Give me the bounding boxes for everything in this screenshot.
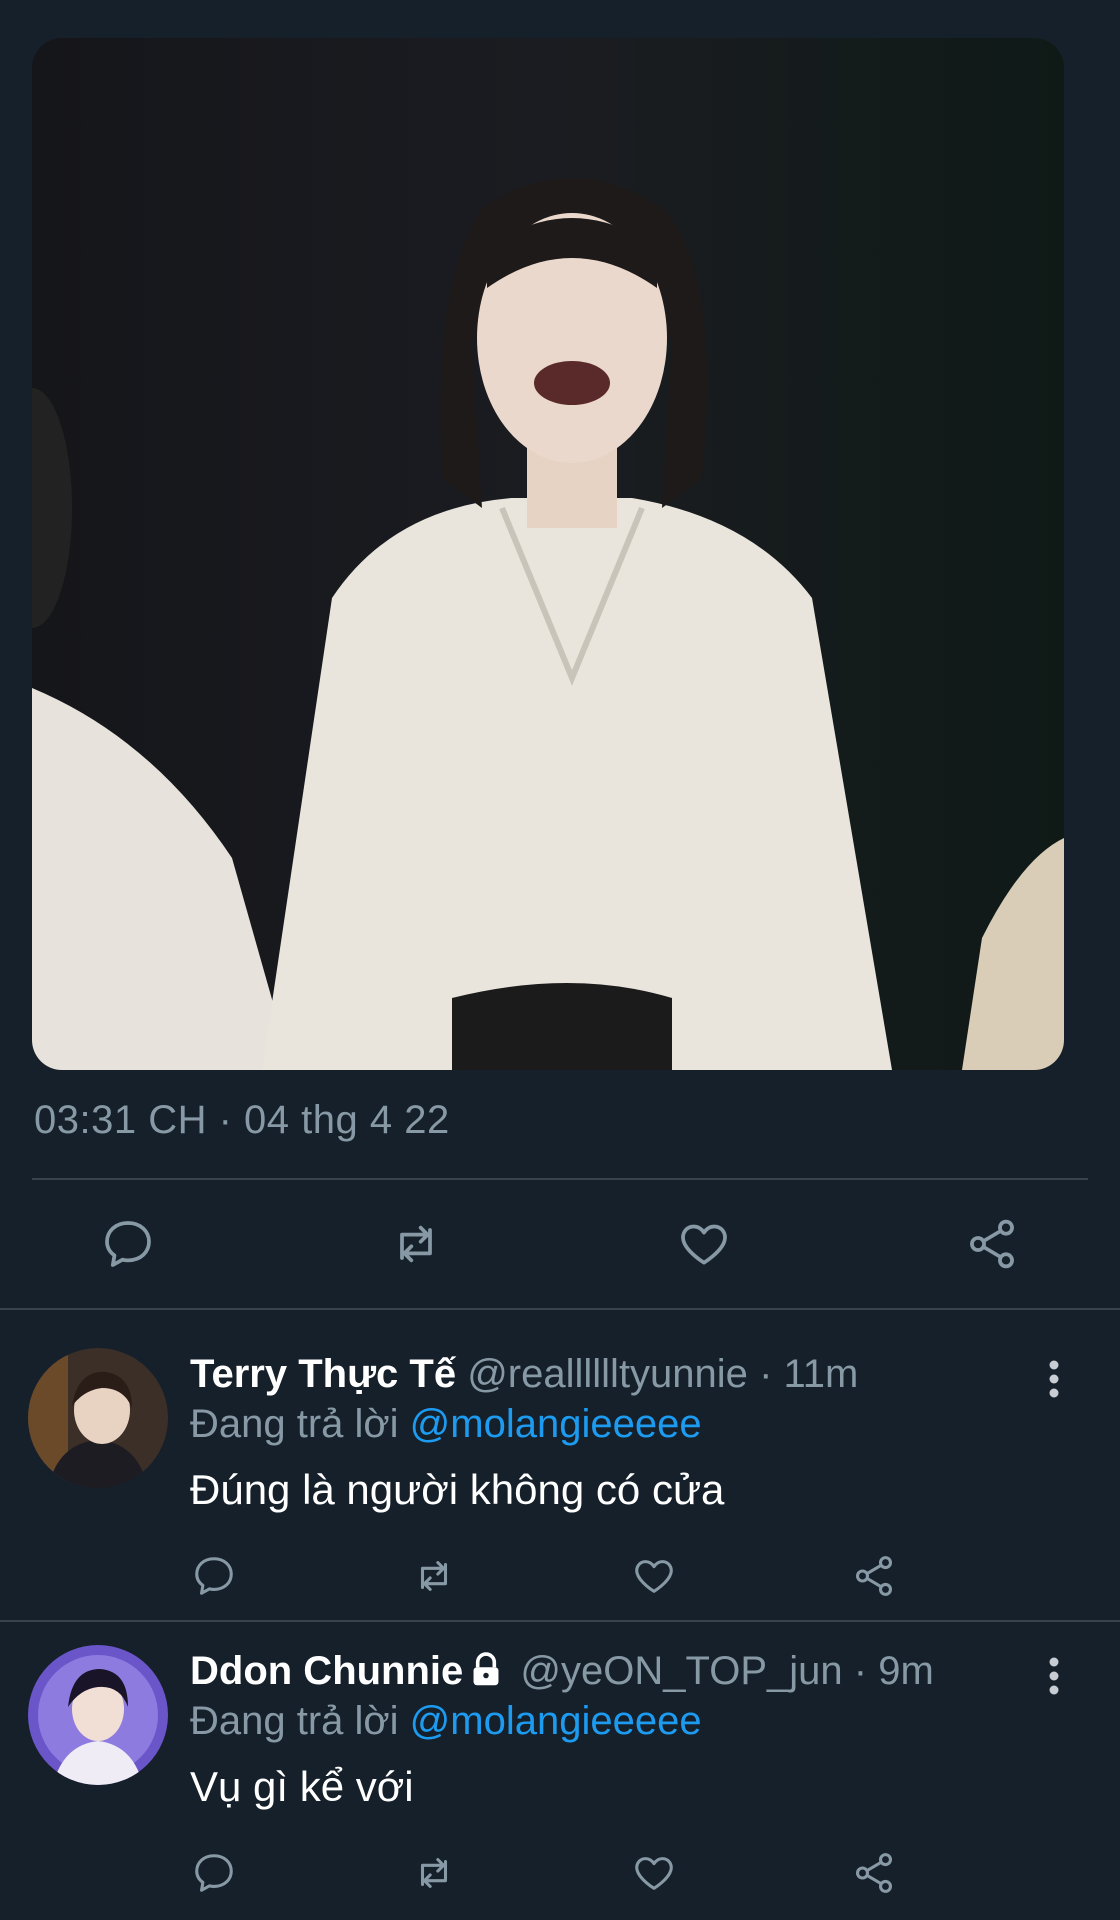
relative-time: 11m — [783, 1352, 859, 1396]
share-icon — [855, 1853, 893, 1893]
replying-to: Đang trả lời @molangieeeee — [190, 1699, 702, 1744]
more-options-button[interactable] — [1034, 1651, 1074, 1701]
like-button[interactable] — [622, 1544, 686, 1608]
share-icon — [855, 1556, 893, 1596]
share-icon — [970, 1219, 1014, 1269]
username[interactable]: @yeON_TOP_jun — [520, 1649, 842, 1693]
avatar[interactable] — [28, 1645, 168, 1785]
like-button[interactable] — [622, 1841, 686, 1905]
retweet-button[interactable] — [384, 1212, 448, 1276]
comment-icon — [195, 1854, 233, 1892]
heart-icon — [635, 1560, 673, 1593]
share-button[interactable] — [842, 1544, 906, 1608]
mention-link[interactable]: @molangieeeee — [410, 1699, 702, 1743]
display-name[interactable]: Ddon Chunnie — [190, 1649, 463, 1693]
reply-button[interactable] — [182, 1841, 246, 1905]
photo-illustration — [32, 38, 1064, 1070]
reply-header: Terry Thực Tế @realllllltyunnie · 11m — [190, 1352, 1000, 1397]
retweet-icon — [420, 1561, 448, 1591]
tweet-photo[interactable] — [32, 38, 1064, 1070]
share-button[interactable] — [842, 1841, 906, 1905]
more-options-button[interactable] — [1034, 1354, 1074, 1404]
tweet-timestamp: 03:31 CH · 04 thg 4 22 — [34, 1098, 450, 1142]
retweet-icon — [420, 1858, 448, 1888]
retweet-button[interactable] — [402, 1841, 466, 1905]
reply-tweet[interactable]: Terry Thực Tế @realllllltyunnie · 11m Đa… — [0, 1348, 1120, 1608]
replying-label: Đang trả lời — [190, 1402, 399, 1446]
divider — [0, 1308, 1120, 1310]
display-name[interactable]: Terry Thực Tế — [190, 1352, 456, 1396]
relative-time: 9m — [878, 1649, 934, 1693]
divider — [0, 1620, 1120, 1622]
reply-tweet[interactable]: Ddon Chunnie @yeON_TOP_jun · 9m Đang trả… — [0, 1645, 1120, 1915]
heart-icon — [681, 1224, 727, 1265]
avatar[interactable] — [28, 1348, 168, 1488]
lock-icon — [469, 1652, 503, 1698]
separator: · — [853, 1649, 868, 1693]
divider — [32, 1178, 1088, 1180]
mention-link[interactable]: @molangieeeee — [410, 1402, 702, 1446]
comment-icon — [195, 1557, 233, 1595]
replying-label: Đang trả lời — [190, 1699, 399, 1743]
reply-header: Ddon Chunnie @yeON_TOP_jun · 9m — [190, 1649, 1000, 1698]
reply-text: Vụ gì kể với — [190, 1763, 414, 1810]
like-button[interactable] — [672, 1212, 736, 1276]
reply-button[interactable] — [96, 1212, 160, 1276]
share-button[interactable] — [960, 1212, 1024, 1276]
retweet-icon — [400, 1225, 432, 1263]
username[interactable]: @realllllltyunnie — [467, 1352, 748, 1396]
replying-to: Đang trả lời @molangieeeee — [190, 1402, 702, 1447]
more-vertical-icon — [1049, 1657, 1059, 1695]
retweet-button[interactable] — [402, 1544, 466, 1608]
separator: · — [759, 1352, 773, 1396]
reply-text: Đúng là người không có cửa — [190, 1466, 725, 1513]
more-vertical-icon — [1049, 1360, 1059, 1398]
comment-icon — [105, 1221, 151, 1267]
heart-icon — [635, 1857, 673, 1890]
reply-button[interactable] — [182, 1544, 246, 1608]
